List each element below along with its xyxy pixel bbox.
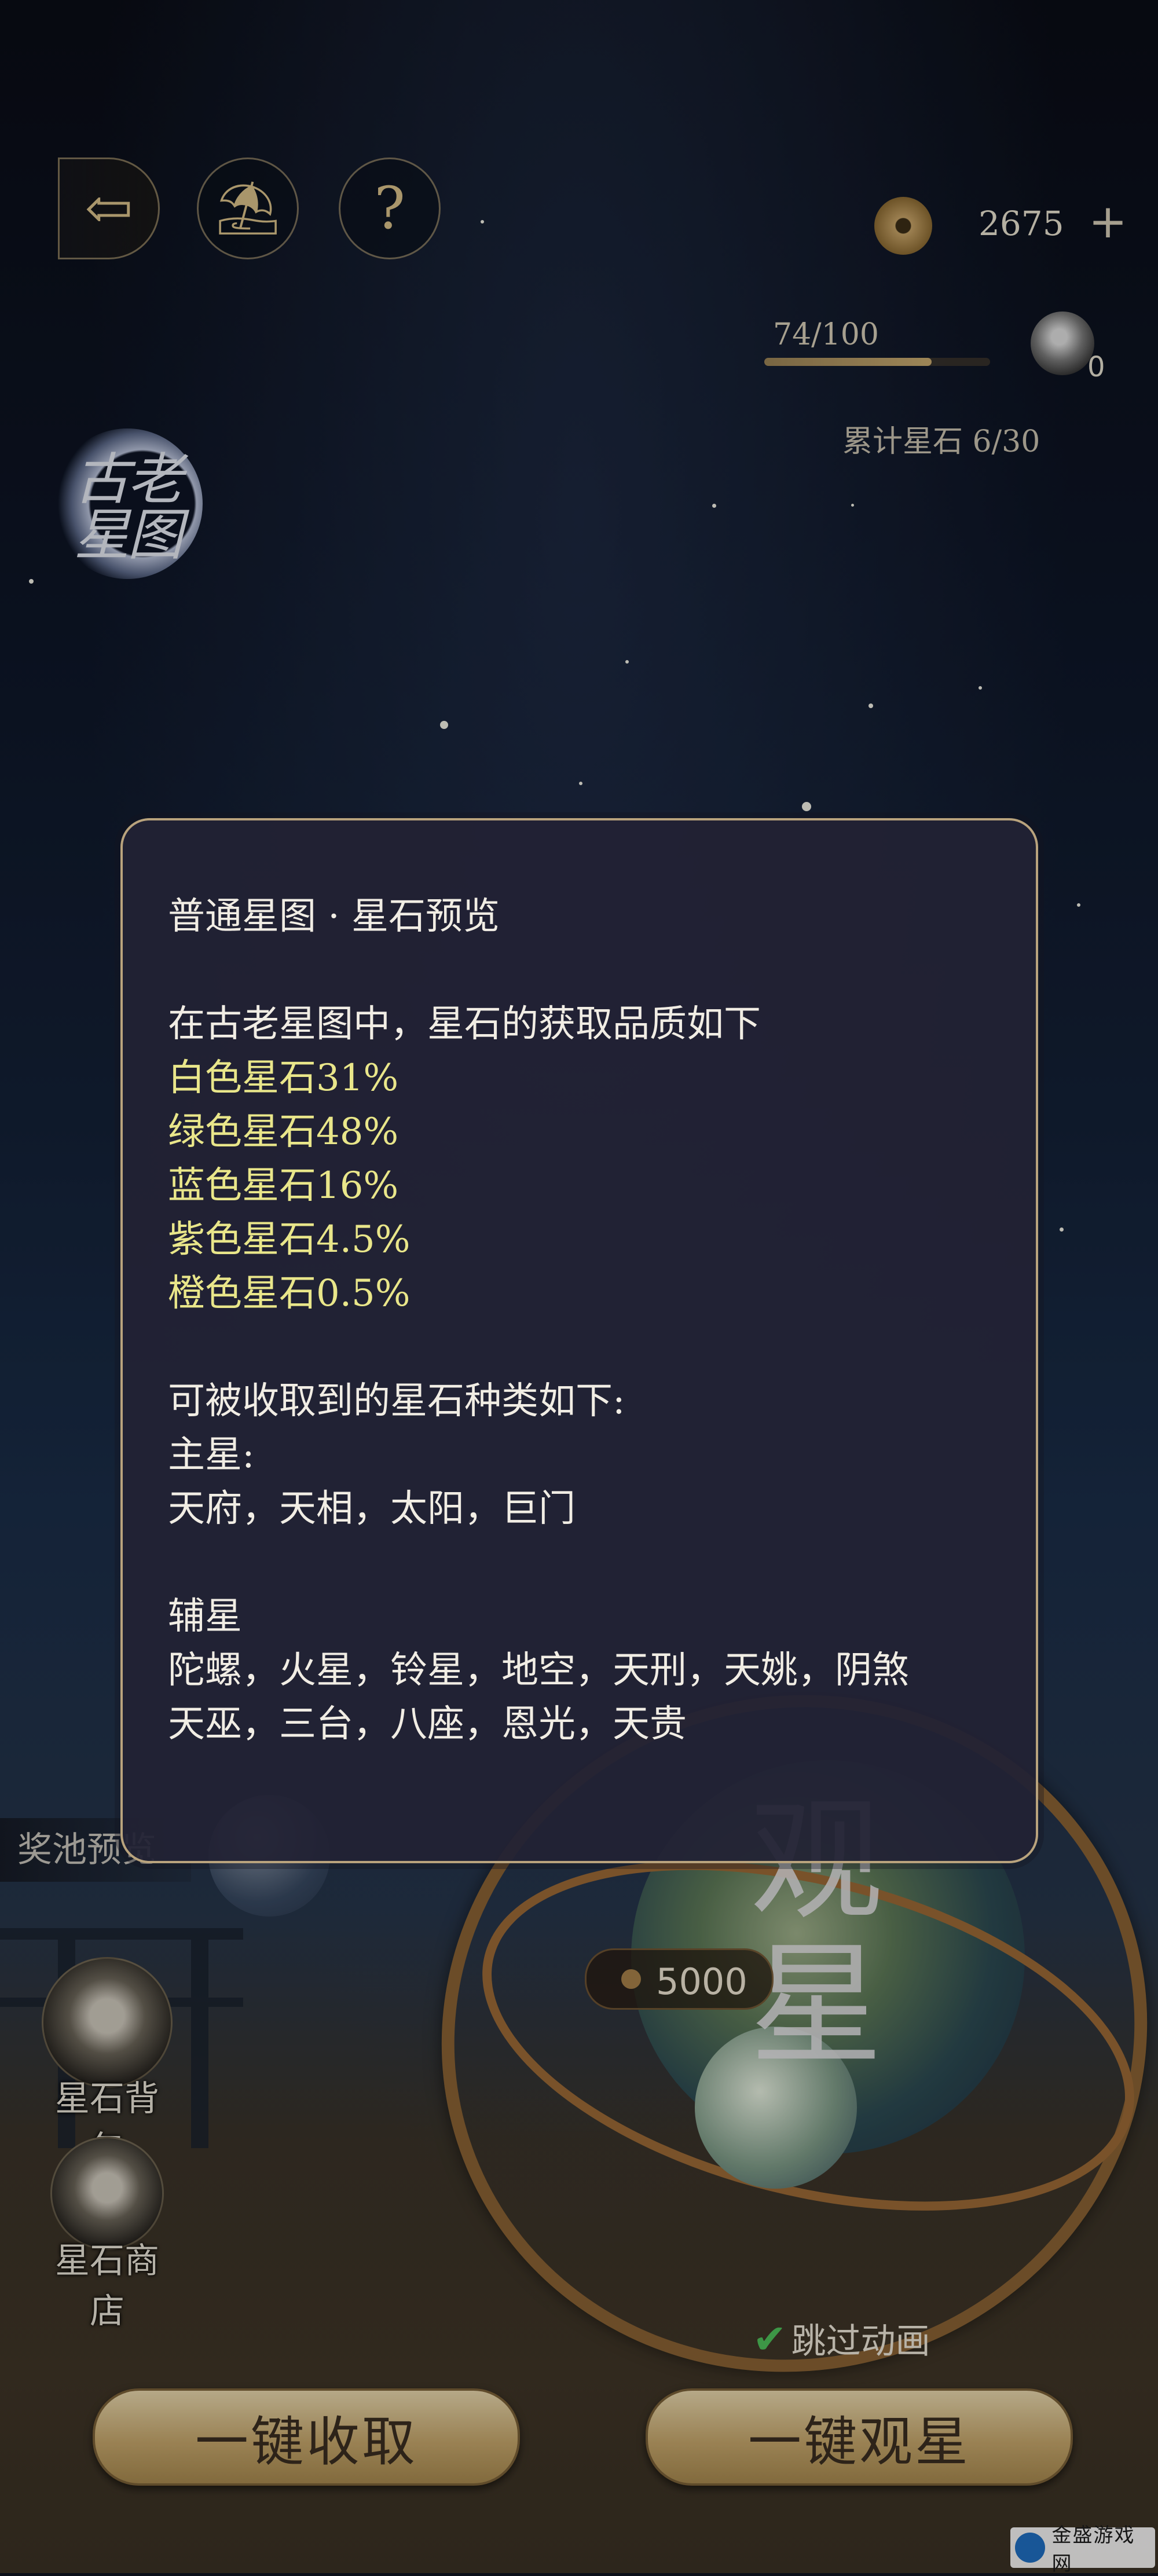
- quality-orange: 橙色星石0.5%: [168, 1272, 411, 1315]
- dialog-intro: 在古老星图中，星石的获取品质如下: [168, 1003, 761, 1046]
- dialog-content: 普通星图 · 星石预览 在古老星图中，星石的获取品质如下 白色星石31% 绿色星…: [168, 890, 1007, 1751]
- quality-purple: 紫色星石4.5%: [168, 1218, 411, 1261]
- star-stone-preview-dialog: 普通星图 · 星石预览 在古老星图中，星石的获取品质如下 白色星石31% 绿色星…: [120, 818, 1038, 1863]
- main-star-heading: 主星:: [168, 1434, 255, 1476]
- quality-green: 绿色星石48%: [168, 1111, 399, 1153]
- dialog-title: 普通星图 · 星石预览: [168, 895, 500, 938]
- aux-star-heading: 辅星: [168, 1595, 242, 1638]
- quality-white: 白色星石31%: [168, 1057, 399, 1100]
- main-star-list: 天府，天相，太阳，巨门: [168, 1487, 576, 1530]
- aux-star-list: 陀螺，火星，铃星，地空，天刑，天姚，阴煞: [168, 1649, 909, 1692]
- types-heading: 可被收取到的星石种类如下:: [168, 1380, 625, 1423]
- quality-blue: 蓝色星石16%: [168, 1164, 399, 1207]
- aux-star-list: 天巫，三台，八座，恩光，天贵: [168, 1703, 687, 1746]
